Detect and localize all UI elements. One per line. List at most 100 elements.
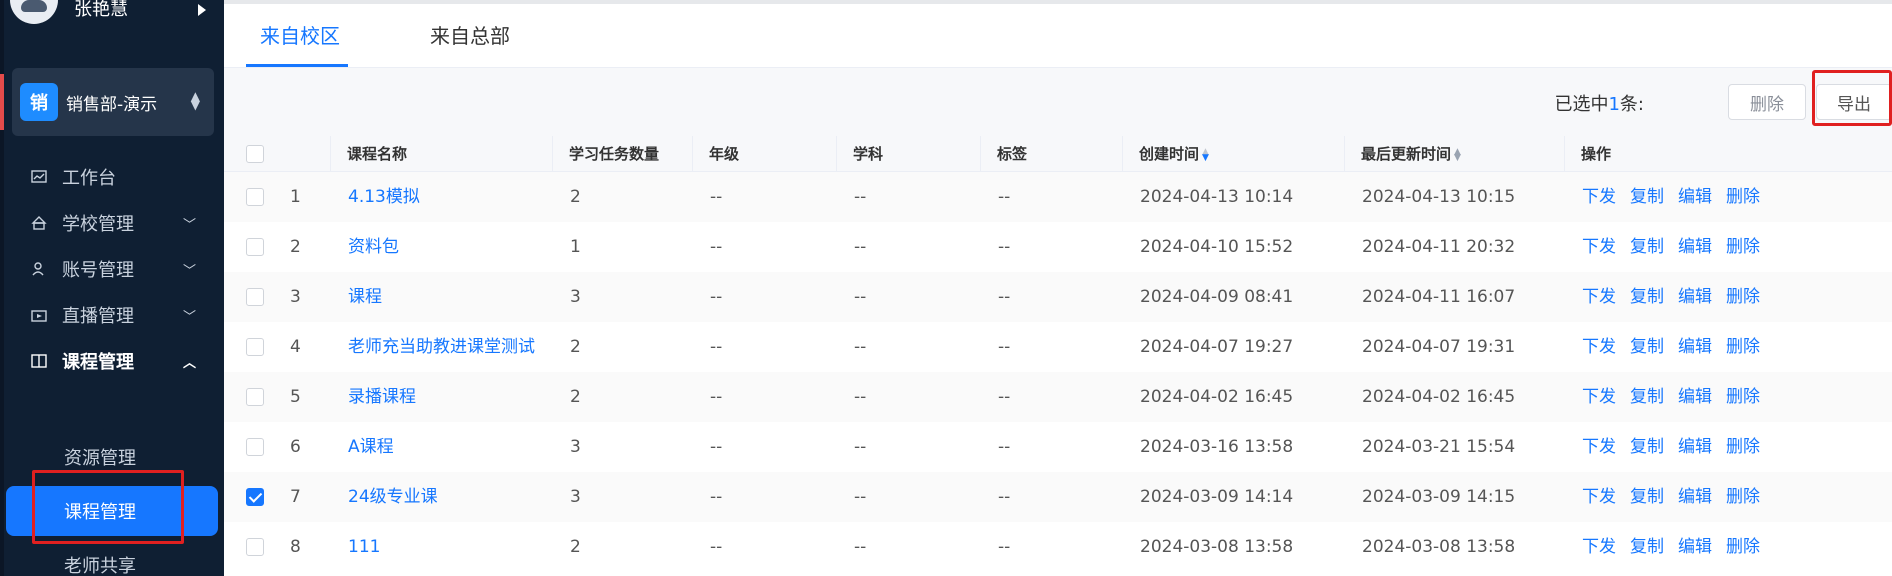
edit-link[interactable]: 编辑 bbox=[1678, 472, 1712, 522]
row-checkbox[interactable] bbox=[246, 488, 264, 506]
edit-link[interactable]: 编辑 bbox=[1678, 422, 1712, 472]
cell-created: 2024-04-02 16:45 bbox=[1140, 387, 1294, 407]
row-checkbox[interactable] bbox=[246, 288, 264, 306]
dispatch-link[interactable]: 下发 bbox=[1582, 522, 1616, 572]
dispatch-link[interactable]: 下发 bbox=[1582, 222, 1616, 272]
cell-index: 1 bbox=[290, 187, 301, 207]
dispatch-link[interactable]: 下发 bbox=[1582, 472, 1616, 522]
table-row: 8 111 2 -- -- -- 2024-03-08 13:58 2024-03-08 13… bbox=[224, 522, 1892, 572]
tab-bar: 来自校区 来自总部 bbox=[224, 4, 1892, 68]
select-all-checkbox[interactable] bbox=[246, 145, 264, 163]
edit-link[interactable]: 编辑 bbox=[1678, 172, 1712, 222]
dispatch-link[interactable]: 下发 bbox=[1582, 172, 1616, 222]
cell-course-name[interactable]: 24级专业课 bbox=[348, 472, 438, 522]
cell-subject: -- bbox=[854, 187, 867, 207]
cell-index: 4 bbox=[290, 337, 301, 357]
user-profile[interactable]: 张艳慧 bbox=[10, 0, 128, 24]
row-checkbox[interactable] bbox=[246, 538, 264, 556]
delete-link[interactable]: 删除 bbox=[1726, 372, 1760, 422]
sidebar-item-label: 学校管理 bbox=[62, 214, 134, 235]
cell-grade: -- bbox=[710, 187, 723, 207]
cell-tag: -- bbox=[998, 487, 1011, 507]
table-row: 6 A课程 3 -- -- -- 2024-03-16 13:58 2024-03-21 15… bbox=[224, 422, 1892, 472]
cell-index: 6 bbox=[290, 437, 301, 457]
sort-icon[interactable]: ▲ ▼ bbox=[1454, 147, 1461, 162]
cell-tag: -- bbox=[998, 437, 1011, 457]
cell-updated: 2024-04-13 10:15 bbox=[1362, 187, 1516, 207]
row-checkbox[interactable] bbox=[246, 188, 264, 206]
cell-subject: -- bbox=[854, 237, 867, 257]
cell-course-name[interactable]: 111 bbox=[348, 522, 380, 572]
caret-right-icon[interactable] bbox=[198, 4, 206, 16]
chevron-up-icon: ︿ bbox=[182, 355, 196, 371]
delete-link[interactable]: 删除 bbox=[1726, 522, 1760, 572]
sidebar-subitem-course-management[interactable]: 课程管理 bbox=[6, 470, 218, 544]
copy-link[interactable]: 复制 bbox=[1630, 522, 1664, 572]
live-icon bbox=[30, 306, 48, 324]
sidebar-subitem-teacher-share[interactable]: 老师共享 bbox=[0, 540, 224, 576]
copy-link[interactable]: 复制 bbox=[1630, 222, 1664, 272]
dispatch-link[interactable]: 下发 bbox=[1582, 272, 1616, 322]
chevron-down-icon: ﹀ bbox=[182, 309, 196, 325]
cell-grade: -- bbox=[710, 487, 723, 507]
edit-link[interactable]: 编辑 bbox=[1678, 272, 1712, 322]
sort-icon[interactable]: ▲ ▼ bbox=[1202, 147, 1209, 162]
dispatch-link[interactable]: 下发 bbox=[1582, 422, 1616, 472]
cell-course-name[interactable]: A课程 bbox=[348, 422, 394, 472]
cell-task-count: 3 bbox=[570, 487, 581, 507]
cell-grade: -- bbox=[710, 237, 723, 257]
delete-link[interactable]: 删除 bbox=[1726, 222, 1760, 272]
delete-link[interactable]: 删除 bbox=[1726, 322, 1760, 372]
cell-course-name[interactable]: 4.13模拟 bbox=[348, 172, 420, 222]
cell-created: 2024-03-09 14:14 bbox=[1140, 487, 1294, 507]
bulk-delete-button[interactable]: 删除 bbox=[1728, 84, 1806, 120]
cell-updated: 2024-04-11 16:07 bbox=[1362, 287, 1516, 307]
edit-link[interactable]: 编辑 bbox=[1678, 522, 1712, 572]
sidebar-item-courses[interactable]: 课程管理 ︿ bbox=[0, 334, 224, 388]
col-updated[interactable]: 最后更新时间 ▲ ▼ bbox=[1344, 136, 1564, 172]
cell-subject: -- bbox=[854, 437, 867, 457]
delete-link[interactable]: 删除 bbox=[1726, 272, 1760, 322]
chevron-down-icon: ﹀ bbox=[182, 263, 196, 279]
selection-count: 1 bbox=[1608, 94, 1620, 115]
cell-subject: -- bbox=[854, 337, 867, 357]
row-checkbox[interactable] bbox=[246, 438, 264, 456]
delete-link[interactable]: 删除 bbox=[1726, 472, 1760, 522]
col-actions: 操作 bbox=[1564, 136, 1892, 172]
copy-link[interactable]: 复制 bbox=[1630, 472, 1664, 522]
edit-link[interactable]: 编辑 bbox=[1678, 322, 1712, 372]
cell-index: 8 bbox=[290, 537, 301, 557]
tab-active-indicator bbox=[246, 64, 348, 67]
sort-switch-icon: ▲ ▼ bbox=[190, 89, 200, 112]
col-course-name: 课程名称 bbox=[330, 136, 552, 172]
cell-course-name[interactable]: 老师充当助教进课堂测试 bbox=[348, 322, 535, 372]
copy-link[interactable]: 复制 bbox=[1630, 372, 1664, 422]
copy-link[interactable]: 复制 bbox=[1630, 172, 1664, 222]
cell-task-count: 2 bbox=[570, 537, 581, 557]
cell-updated: 2024-04-02 16:45 bbox=[1362, 387, 1516, 407]
col-created[interactable]: 创建时间 ▲ ▼ bbox=[1122, 136, 1344, 172]
cell-created: 2024-04-07 19:27 bbox=[1140, 337, 1294, 357]
row-checkbox[interactable] bbox=[246, 338, 264, 356]
copy-link[interactable]: 复制 bbox=[1630, 422, 1664, 472]
org-switcher[interactable]: 销 销售部-演示 ▲ ▼ bbox=[12, 68, 214, 136]
selection-prefix: 已选中 bbox=[1554, 94, 1609, 115]
cell-course-name[interactable]: 资料包 bbox=[348, 222, 399, 272]
chevron-down-icon: ﹀ bbox=[182, 217, 196, 233]
copy-link[interactable]: 复制 bbox=[1630, 272, 1664, 322]
delete-link[interactable]: 删除 bbox=[1726, 422, 1760, 472]
row-checkbox[interactable] bbox=[246, 238, 264, 256]
avatar[interactable] bbox=[10, 0, 58, 24]
dispatch-link[interactable]: 下发 bbox=[1582, 372, 1616, 422]
row-checkbox[interactable] bbox=[246, 388, 264, 406]
cell-course-name[interactable]: 录播课程 bbox=[348, 372, 416, 422]
edit-link[interactable]: 编辑 bbox=[1678, 222, 1712, 272]
dispatch-link[interactable]: 下发 bbox=[1582, 322, 1616, 372]
cell-course-name[interactable]: 课程 bbox=[348, 272, 382, 322]
copy-link[interactable]: 复制 bbox=[1630, 322, 1664, 372]
tab-from-headquarters[interactable]: 来自总部 bbox=[430, 4, 510, 68]
tab-from-campus[interactable]: 来自校区 bbox=[260, 4, 340, 68]
edit-link[interactable]: 编辑 bbox=[1678, 372, 1712, 422]
course-table: 课程名称 学习任务数量 年级 学科 标签 创建时间 ▲ ▼ 最后更新时间 ▲ ▼ 操作 … bbox=[224, 136, 1892, 572]
delete-link[interactable]: 删除 bbox=[1726, 172, 1760, 222]
